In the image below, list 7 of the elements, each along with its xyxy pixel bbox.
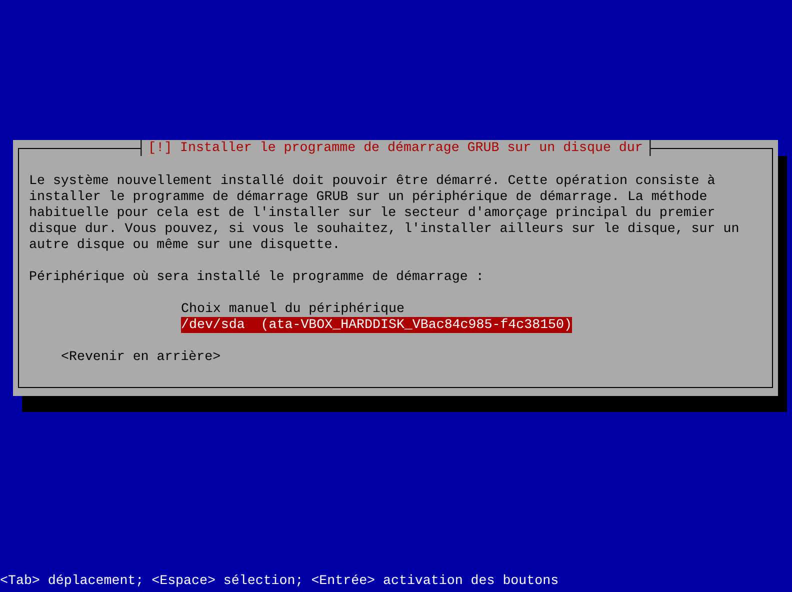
dialog-title: [!] Installer le programme de démarrage GRUB sur un disque dur <box>140 140 651 156</box>
message-text: Le système nouvellement installé doit pouvoir être démarré. Cette opération consiste à installer le programme de démarrage GRUB sur un périphérique de démarrage. La méthode habituelle pour cela est de l'installer sur le secteur d'amorçage principal du premier disque dur. Vous pouvez, si vous le souhaitez, l'installer ailleurs sur le disque, sur un autre disque ou même sur une disquette. <box>29 173 740 253</box>
device-option[interactable]: /dev/sda (ata-VBOX_HARDDISK_VBac84c985-f4c38150) <box>181 317 572 333</box>
help-line: <Tab> déplacement; <Espace> sélection; <Entrée> activation des boutons <box>0 573 560 589</box>
device-option[interactable]: Choix manuel du périphérique <box>181 301 404 317</box>
prompt-label: Périphérique où sera installé le programme de démarrage : <box>29 269 485 285</box>
back-button[interactable]: <Revenir en arrière> <box>61 349 221 365</box>
